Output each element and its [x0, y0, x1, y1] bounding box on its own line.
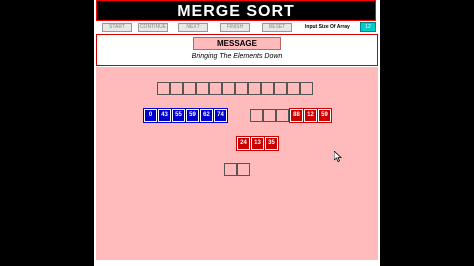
control-bar: START CONTINUE NEXT FINISH RESET Input S…: [94, 22, 380, 34]
left-array-cell: 59: [185, 108, 200, 123]
array-cell: [183, 82, 196, 95]
message-panel: MESSAGE Bringing The Elements Down: [96, 34, 378, 66]
array-cell: [261, 82, 274, 95]
next-button[interactable]: NEXT: [178, 23, 208, 32]
reset-button[interactable]: RESET: [262, 23, 292, 32]
array-cell: [157, 82, 170, 95]
array-cell: [300, 82, 313, 95]
array-cell: [235, 82, 248, 95]
message-header: MESSAGE: [193, 37, 281, 50]
fourth-array-cell: [224, 163, 237, 176]
right-array-cell: [250, 109, 263, 122]
right-array-cell: 59: [317, 108, 332, 123]
message-text: Bringing The Elements Down: [191, 53, 283, 60]
right-array-cell: [263, 109, 276, 122]
left-array-cell: 43: [157, 108, 172, 123]
app-title: MERGE SORT: [96, 0, 376, 21]
merge-sort-applet: MERGE SORT START CONTINUE NEXT FINISH RE…: [94, 0, 380, 266]
array-cell: [287, 82, 300, 95]
right-array-cell: 88: [289, 108, 304, 123]
start-button[interactable]: START: [102, 23, 132, 32]
array-cell: [196, 82, 209, 95]
right-array-cell: 12: [303, 108, 318, 123]
array-cell: [170, 82, 183, 95]
left-array-cell: 55: [171, 108, 186, 123]
third-array-cell: 35: [264, 136, 279, 151]
sort-canvas: 0 43 55 59 62 74 88 12 59 24 13 35: [96, 67, 378, 260]
array-cell: [209, 82, 222, 95]
array-cell: [274, 82, 287, 95]
continue-button[interactable]: CONTINUE: [138, 23, 168, 32]
left-array-cell: 62: [199, 108, 214, 123]
left-array-cell: 0: [143, 108, 158, 123]
array-cell: [248, 82, 261, 95]
array-size-input[interactable]: 12: [360, 22, 376, 32]
left-array-cell: 74: [213, 108, 228, 123]
third-array-cell: 24: [236, 136, 251, 151]
mouse-cursor-icon: [333, 149, 343, 167]
array-cell: [222, 82, 235, 95]
third-array-cell: 13: [250, 136, 265, 151]
finish-button[interactable]: FINISH: [220, 23, 250, 32]
fourth-array-cell: [237, 163, 250, 176]
array-size-label: Input Size Of Array: [305, 24, 350, 30]
right-array-cell: [276, 109, 289, 122]
